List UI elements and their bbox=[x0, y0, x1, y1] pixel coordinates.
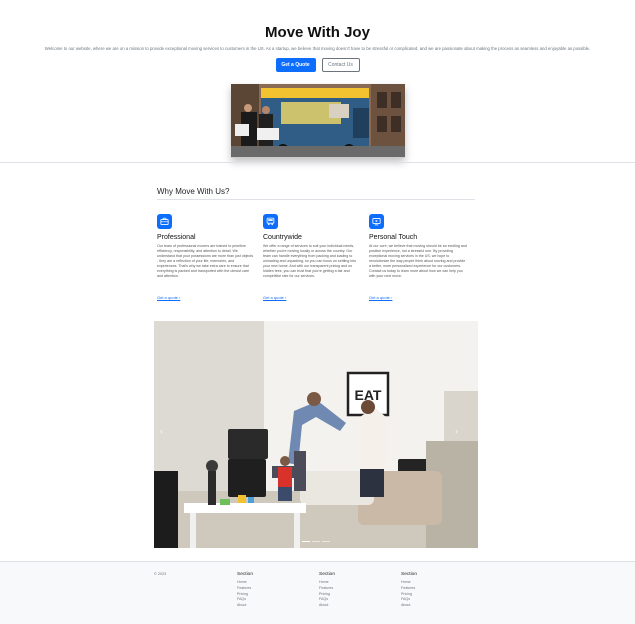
link-label: Get a quote bbox=[157, 295, 178, 300]
get-quote-link[interactable]: Get a quote › bbox=[263, 295, 286, 300]
hero-buttons: Get a Quote Contact Us bbox=[0, 58, 635, 72]
footer-heading: Section bbox=[319, 572, 335, 577]
feature-title: Countrywide bbox=[263, 234, 302, 241]
chevron-right-icon: › bbox=[391, 295, 393, 300]
feature-personal-touch: Personal Touch At our core, we believe t… bbox=[369, 214, 475, 304]
briefcase-icon bbox=[157, 214, 172, 229]
footer-column: Section Home Features Pricing FAQs About bbox=[401, 572, 417, 609]
footer: © 2023 Section Home Features Pricing FAQ… bbox=[0, 561, 635, 624]
get-quote-link[interactable]: Get a quote › bbox=[369, 295, 392, 300]
get-quote-button[interactable]: Get a Quote bbox=[275, 58, 316, 72]
footer-heading: Section bbox=[401, 572, 417, 577]
page-title: Move With Joy bbox=[265, 24, 370, 41]
link-label: Get a quote bbox=[263, 295, 284, 300]
footer-heading: Section bbox=[237, 572, 253, 577]
get-quote-link[interactable]: Get a quote › bbox=[157, 295, 180, 300]
footer-link-about[interactable]: About bbox=[401, 603, 417, 609]
chevron-right-icon: › bbox=[179, 295, 181, 300]
image-carousel[interactable]: EAT ‹ › bbox=[154, 321, 478, 548]
hero-section: Move With Joy Welcome to our website, wh… bbox=[0, 0, 635, 158]
hero-intro: Welcome to our website, where we are on … bbox=[44, 46, 591, 51]
feature-text: We offer a range of services to suit you… bbox=[263, 244, 357, 278]
footer-column: Section Home Features Pricing FAQs About bbox=[237, 572, 253, 609]
carousel-next-control[interactable]: › bbox=[455, 426, 458, 436]
person-video-icon bbox=[369, 214, 384, 229]
chevron-right-icon: › bbox=[285, 295, 287, 300]
copyright: © 2023 bbox=[154, 572, 167, 576]
footer-link-features[interactable]: Features bbox=[401, 586, 417, 592]
footer-link-features[interactable]: Features bbox=[237, 586, 253, 592]
section-divider bbox=[0, 162, 635, 163]
feature-title: Personal Touch bbox=[369, 234, 418, 241]
carousel-prev-control[interactable]: ‹ bbox=[160, 426, 163, 436]
truck-icon bbox=[263, 214, 278, 229]
link-label: Get a quote bbox=[369, 295, 390, 300]
footer-link-about[interactable]: About bbox=[237, 603, 253, 609]
feature-countrywide: Countrywide We offer a range of services… bbox=[263, 214, 369, 304]
feature-text: At our core, we believe that moving shou… bbox=[369, 244, 467, 278]
features-section: Why Move With Us? Professional Our team … bbox=[157, 187, 475, 304]
moving-truck-image bbox=[230, 84, 405, 158]
carousel-indicator[interactable] bbox=[322, 540, 330, 542]
footer-link-features[interactable]: Features bbox=[319, 586, 335, 592]
family-moving-image: EAT bbox=[154, 321, 478, 548]
carousel-indicator[interactable] bbox=[302, 540, 310, 542]
footer-link-about[interactable]: About bbox=[319, 603, 335, 609]
features-heading: Why Move With Us? bbox=[157, 187, 475, 200]
carousel-indicators bbox=[302, 540, 330, 542]
contact-us-button[interactable]: Contact Us bbox=[321, 58, 360, 72]
footer-column: Section Home Features Pricing FAQs About bbox=[319, 572, 335, 609]
feature-text: Our team of professional movers are trai… bbox=[157, 244, 254, 278]
carousel-indicator[interactable] bbox=[312, 540, 320, 542]
feature-title: Professional bbox=[157, 234, 196, 241]
feature-professional: Professional Our team of professional mo… bbox=[157, 214, 263, 304]
